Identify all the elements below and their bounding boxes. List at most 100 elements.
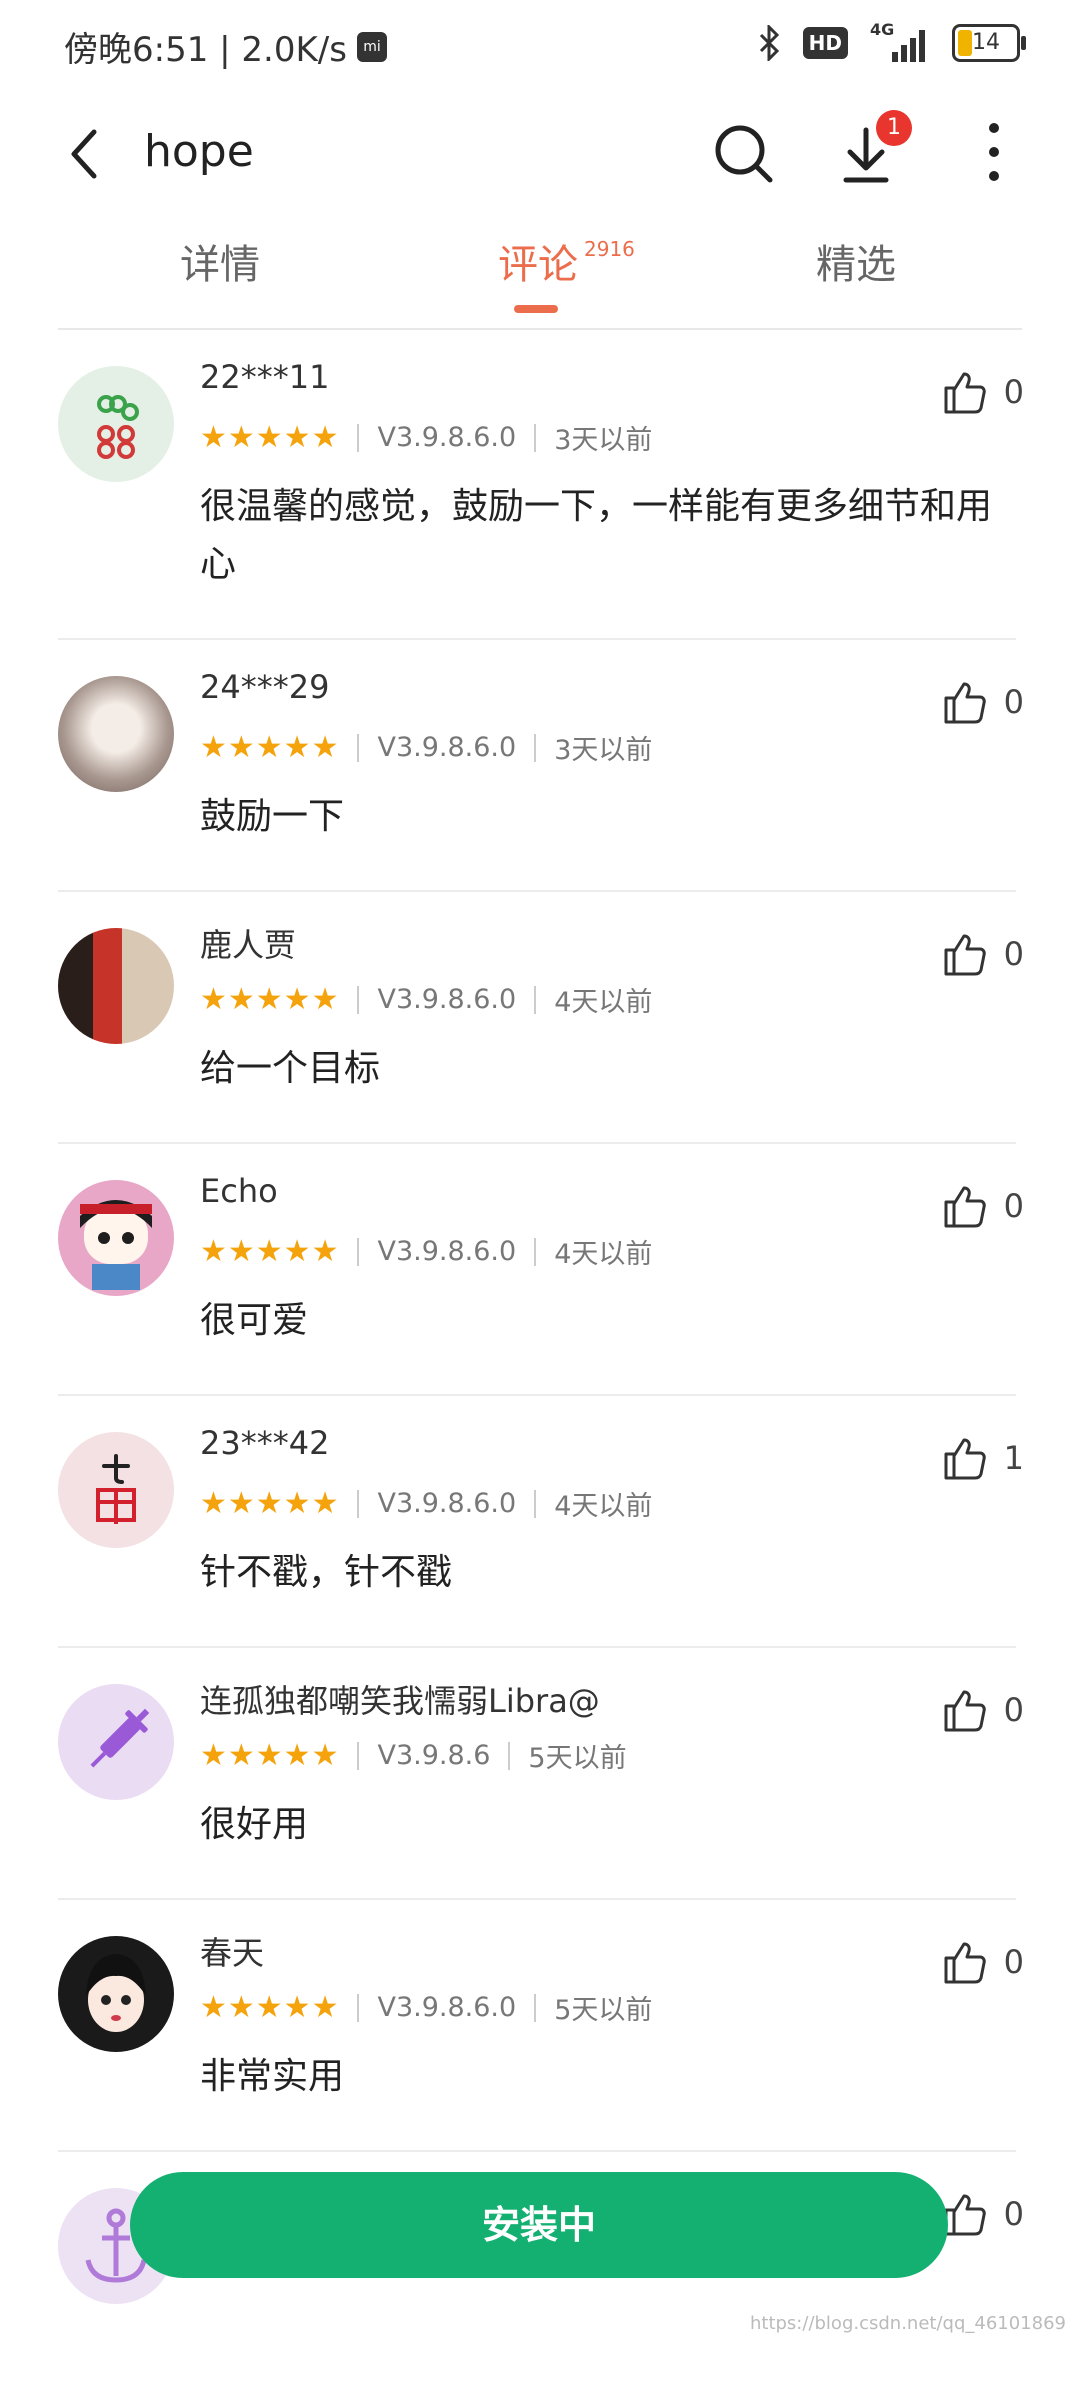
review-meta: ★★★★★ V3.9.8.6.0 4天以前 bbox=[200, 1484, 652, 1523]
battery-level: 14 bbox=[972, 30, 1000, 55]
like-count: 1 bbox=[1003, 1439, 1024, 1477]
tab-label: 详情 bbox=[180, 242, 260, 288]
like-count: 0 bbox=[1003, 1691, 1024, 1729]
avatar[interactable] bbox=[58, 928, 174, 1044]
install-button[interactable]: 安装中 bbox=[130, 2172, 948, 2278]
time-speed-text: 傍晚6:51 | 2.0K/s bbox=[64, 30, 347, 70]
review-item: 24***29 ★★★★★ V3.9.8.6.0 3天以前 鼓励一下 0 bbox=[0, 640, 1080, 892]
review-text: 给一个目标 bbox=[200, 1048, 381, 1089]
rating-stars: ★★★★★ bbox=[200, 982, 340, 1017]
review-text: 鼓励一下 bbox=[200, 796, 345, 837]
review-meta: ★★★★★ V3.9.8.6.0 3天以前 bbox=[200, 418, 652, 457]
like-button[interactable]: 0 bbox=[940, 1686, 1024, 1734]
like-count: 0 bbox=[1003, 1187, 1024, 1225]
page-title: hope bbox=[144, 126, 254, 177]
anime-girl-avatar-icon bbox=[86, 1954, 146, 2032]
review-text: 很温馨的感觉，鼓励一下，一样能有更多细节和用心 bbox=[200, 486, 993, 585]
review-time: 3天以前 bbox=[554, 425, 653, 456]
bluetooth-icon bbox=[759, 25, 779, 61]
status-icons: HD 4G 14 bbox=[759, 20, 1026, 62]
like-button[interactable]: 0 bbox=[940, 1938, 1024, 1986]
thumbs-up-icon bbox=[944, 1438, 986, 1480]
avatar[interactable] bbox=[58, 1936, 174, 2052]
review-list[interactable]: 22***11 ★★★★★ V3.9.8.6.0 3天以前 很温馨的感觉，鼓励一… bbox=[0, 330, 1080, 2404]
review-username: Echo bbox=[200, 1172, 278, 1210]
review-meta: ★★★★★ V3.9.8.6 5天以前 bbox=[200, 1736, 627, 1775]
mahjong-tile-avatar-icon bbox=[96, 1454, 136, 1524]
like-button[interactable]: 0 bbox=[940, 1182, 1024, 1230]
review-text: 很可爱 bbox=[200, 1300, 309, 1341]
avatar[interactable] bbox=[58, 1180, 174, 1296]
like-button[interactable]: 0 bbox=[940, 930, 1024, 978]
status-time: 傍晚6:51 | 2.0K/s mi bbox=[64, 22, 387, 71]
review-item: Echo ★★★★★ V3.9.8.6.0 4天以前 很可爱 0 bbox=[0, 1144, 1080, 1396]
like-count: 0 bbox=[1003, 683, 1024, 721]
review-time: 4天以前 bbox=[554, 1491, 653, 1522]
mi-icon: mi bbox=[356, 31, 387, 62]
review-time: 5天以前 bbox=[528, 1743, 627, 1774]
like-count: 0 bbox=[1003, 1943, 1024, 1981]
cartoon-face-avatar-icon bbox=[80, 1200, 152, 1290]
battery-icon: 14 bbox=[952, 24, 1026, 62]
rating-stars: ★★★★★ bbox=[200, 420, 340, 455]
thumbs-up-icon bbox=[944, 1942, 986, 1984]
review-time: 5天以前 bbox=[554, 1995, 653, 2026]
tab-comments[interactable]: 评论 2916 bbox=[498, 232, 635, 290]
review-item: 22***11 ★★★★★ V3.9.8.6.0 3天以前 很温馨的感觉，鼓励一… bbox=[0, 330, 1080, 640]
active-tab-indicator bbox=[514, 305, 558, 313]
review-version: V3.9.8.6.0 bbox=[377, 1488, 517, 1519]
avatar[interactable] bbox=[58, 366, 174, 482]
search-button[interactable] bbox=[702, 104, 782, 204]
network-label: 4G bbox=[870, 20, 895, 39]
like-button[interactable]: 0 bbox=[940, 2190, 1024, 2238]
review-meta: ★★★★★ V3.9.8.6.0 4天以前 bbox=[200, 1232, 652, 1271]
review-version: V3.9.8.6 bbox=[377, 1740, 491, 1771]
review-username: 23***42 bbox=[200, 1424, 330, 1462]
review-version: V3.9.8.6.0 bbox=[377, 984, 517, 1015]
avatar[interactable] bbox=[58, 1432, 174, 1548]
thumbs-up-icon bbox=[944, 372, 986, 414]
thumbs-up-icon bbox=[944, 1690, 986, 1732]
hd-icon: HD bbox=[802, 27, 848, 59]
download-badge: 1 bbox=[876, 110, 912, 146]
review-meta: ★★★★★ V3.9.8.6.0 5天以前 bbox=[200, 1988, 652, 2027]
review-meta: ★★★★★ V3.9.8.6.0 4天以前 bbox=[200, 980, 652, 1019]
tab-featured[interactable]: 精选 bbox=[816, 232, 896, 290]
review-time: 3天以前 bbox=[554, 735, 653, 766]
review-version: V3.9.8.6.0 bbox=[377, 1236, 517, 1267]
review-text: 针不戳，针不戳 bbox=[200, 1552, 453, 1593]
like-button[interactable]: 1 bbox=[940, 1434, 1024, 1482]
tab-details[interactable]: 详情 bbox=[180, 232, 260, 290]
comment-count: 2916 bbox=[584, 236, 635, 261]
review-time: 4天以前 bbox=[554, 1239, 653, 1270]
review-username: 22***11 bbox=[200, 358, 330, 396]
review-username: 连孤独都嘲笑我懦弱Libra@ bbox=[200, 1682, 600, 1720]
review-version: V3.9.8.6.0 bbox=[377, 1992, 517, 2023]
app-toolbar: hope 1 bbox=[0, 90, 1080, 220]
thumbs-up-icon bbox=[944, 934, 986, 976]
rating-stars: ★★★★★ bbox=[200, 1990, 340, 2025]
review-meta: ★★★★★ V3.9.8.6.0 3天以前 bbox=[200, 728, 652, 767]
rating-stars: ★★★★★ bbox=[200, 730, 340, 765]
review-item: 连孤独都嘲笑我懦弱Libra@ ★★★★★ V3.9.8.6 5天以前 很好用 … bbox=[0, 1648, 1080, 1900]
review-username: 鹿人贾 bbox=[200, 926, 297, 964]
rating-stars: ★★★★★ bbox=[200, 1234, 340, 1269]
rating-stars: ★★★★★ bbox=[200, 1486, 340, 1521]
download-button[interactable]: 1 bbox=[832, 104, 912, 204]
like-button[interactable]: 0 bbox=[940, 368, 1024, 416]
more-button[interactable] bbox=[956, 104, 1036, 204]
back-button[interactable] bbox=[60, 114, 110, 194]
tab-bar: 详情 评论 2916 精选 bbox=[0, 210, 1080, 320]
review-time: 4天以前 bbox=[554, 987, 653, 1018]
signal-icon: 4G bbox=[870, 20, 930, 62]
avatar[interactable] bbox=[58, 676, 174, 792]
like-count: 0 bbox=[1003, 2195, 1024, 2233]
syringe-avatar-icon bbox=[90, 1708, 150, 1768]
thumbs-up-icon bbox=[944, 1186, 986, 1228]
review-text: 非常实用 bbox=[200, 2056, 345, 2097]
search-icon bbox=[715, 125, 773, 183]
thumbs-up-icon bbox=[944, 682, 986, 724]
review-version: V3.9.8.6.0 bbox=[377, 422, 517, 453]
avatar[interactable] bbox=[58, 1684, 174, 1800]
like-button[interactable]: 0 bbox=[940, 678, 1024, 726]
